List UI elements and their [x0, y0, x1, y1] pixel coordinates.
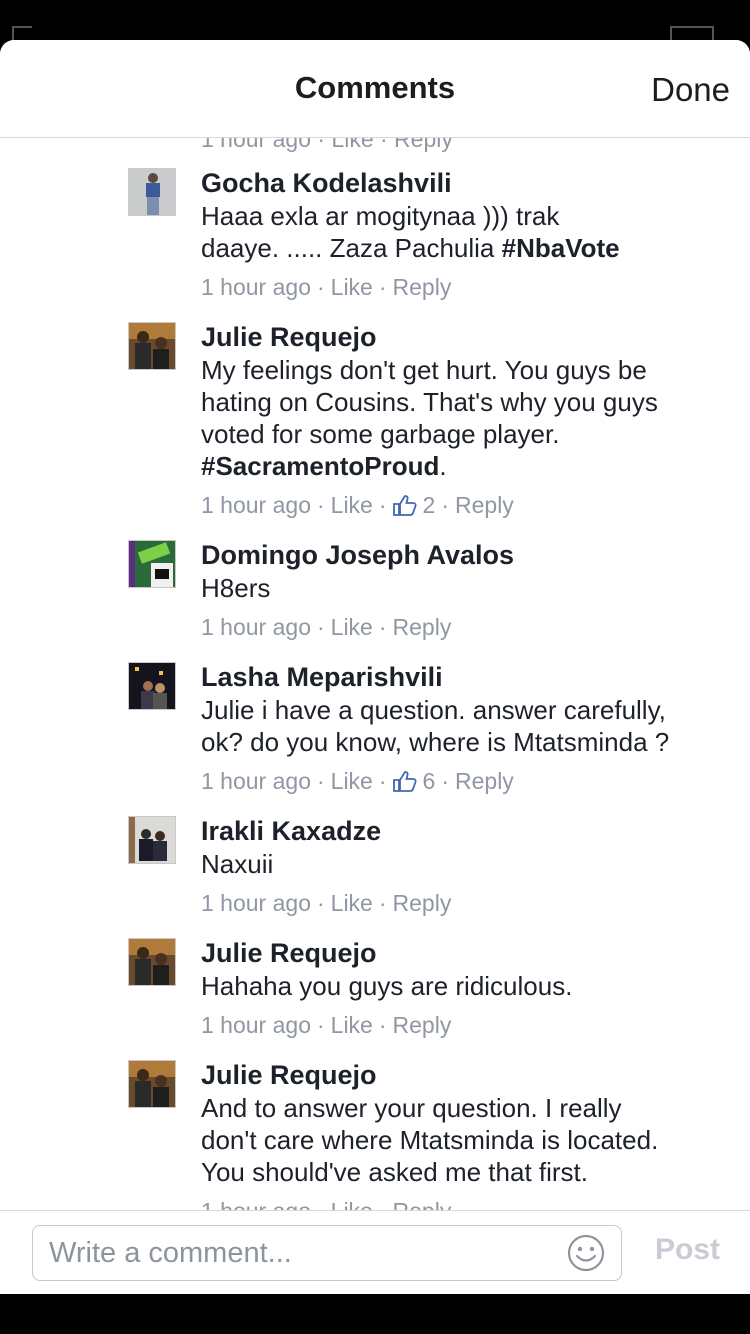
- comment-meta: 1 hour ago · Like · Reply: [201, 612, 452, 642]
- comment-text-line: And to answer your question. I really: [201, 1093, 622, 1123]
- comment-author[interactable]: Irakli Kaxadze: [201, 814, 731, 848]
- comment-text: And to answer your question. I really don…: [201, 1092, 731, 1188]
- comment-time: 1 hour ago: [201, 274, 311, 300]
- comment-text-line: H8ers: [201, 573, 271, 603]
- comment-text: Julie i have a question. answer carefull…: [201, 694, 731, 758]
- comment-list[interactable]: 1 hour ago · Like · Reply Gocha Kodelash…: [0, 138, 750, 1210]
- reply-link[interactable]: Reply: [393, 888, 452, 918]
- comment-body: Julie Requejo Hahaha you guys are ridicu…: [201, 936, 731, 1040]
- partial-comment-meta: 1 hour ago · Like · Reply: [201, 138, 453, 152]
- comment-author[interactable]: Julie Requejo: [201, 1058, 731, 1092]
- comment-body: Irakli Kaxadze Naxuii 1 hour ago · Like …: [201, 814, 731, 918]
- comment-text-line: You should've asked me that first.: [201, 1157, 589, 1187]
- comments-sheet: Comments Done 1 hour ago · Like · Reply …: [0, 40, 750, 1294]
- comments-header: Comments Done: [0, 40, 750, 138]
- comment-body: Domingo Joseph Avalos H8ers 1 hour ago ·…: [201, 538, 731, 642]
- comment-meta: 1 hour ago · Like · Reply: [201, 272, 452, 302]
- avatar[interactable]: [128, 662, 176, 710]
- avatar[interactable]: [128, 938, 176, 986]
- smiley-icon[interactable]: [566, 1233, 606, 1273]
- like-count[interactable]: 2: [423, 490, 436, 520]
- like-count[interactable]: 6: [423, 766, 436, 796]
- comment-text-line: My feelings don't get hurt. You guys be: [201, 355, 647, 385]
- comment-author[interactable]: Gocha Kodelashvili: [201, 166, 731, 200]
- comment-time: 1 hour ago: [201, 1196, 311, 1210]
- hashtag-link[interactable]: #SacramentoProud: [201, 451, 439, 481]
- avatar[interactable]: [128, 168, 176, 216]
- bottom-bar: [0, 1294, 750, 1334]
- post-button[interactable]: Post: [655, 1233, 720, 1267]
- comment-text-line: voted for some garbage player.: [201, 419, 560, 449]
- reply-link[interactable]: Reply: [393, 1196, 452, 1210]
- comment-text: Naxuii: [201, 848, 731, 880]
- like-link[interactable]: Like: [331, 888, 373, 918]
- comment-text-line: Julie i have a question. answer carefull…: [201, 695, 666, 725]
- comment-author[interactable]: Lasha Meparishvili: [201, 660, 731, 694]
- reply-link[interactable]: Reply: [393, 1010, 452, 1040]
- comment-meta: 1 hour ago · Like · 6 · Reply: [201, 766, 514, 796]
- comment-text-line: Naxuii: [201, 849, 274, 879]
- comment-time: 1 hour ago: [201, 1012, 311, 1038]
- like-link[interactable]: Like: [331, 1010, 373, 1040]
- comment-text: Hahaha you guys are ridiculous.: [201, 970, 731, 1002]
- comment-text: My feelings don't get hurt. You guys be h…: [201, 354, 731, 482]
- comment-author[interactable]: Julie Requejo: [201, 936, 731, 970]
- comment-author[interactable]: Domingo Joseph Avalos: [201, 538, 731, 572]
- avatar[interactable]: [128, 1060, 176, 1108]
- comment-time: 1 hour ago: [201, 768, 311, 794]
- comment-text-line: hating on Cousins. That's why you guys: [201, 387, 658, 417]
- comment-input[interactable]: [32, 1225, 622, 1281]
- avatar[interactable]: [128, 540, 176, 588]
- done-button[interactable]: Done: [651, 71, 730, 109]
- like-link[interactable]: Like: [331, 490, 373, 520]
- comment-text-line: ok? do you know, where is Mtatsminda ?: [201, 727, 670, 757]
- hashtag-link[interactable]: #NbaVote: [502, 233, 620, 263]
- comment-text-line: Haaa exla ar mogitynaa ))) trak: [201, 201, 560, 231]
- comment-text: Haaa exla ar mogitynaa ))) trak daaye. ..…: [201, 200, 731, 264]
- comment-body: Julie Requejo And to answer your questio…: [201, 1058, 731, 1210]
- comment-body: Lasha Meparishvili Julie i have a questi…: [201, 660, 731, 796]
- avatar[interactable]: [128, 322, 176, 370]
- comment-text: H8ers: [201, 572, 731, 604]
- reply-link[interactable]: Reply: [455, 490, 514, 520]
- like-link[interactable]: Like: [331, 272, 373, 302]
- comment-meta: 1 hour ago · Like · Reply: [201, 1196, 731, 1210]
- comment-text-line: Hahaha you guys are ridiculous.: [201, 971, 573, 1001]
- like-link[interactable]: Like: [331, 766, 373, 796]
- comment-text-line: don't care where Mtatsminda is located.: [201, 1125, 659, 1155]
- comment-time: 1 hour ago: [201, 614, 311, 640]
- comment-time: 1 hour ago: [201, 890, 311, 916]
- comment-author[interactable]: Julie Requejo: [201, 320, 731, 354]
- comment-meta: 1 hour ago · Like · Reply: [201, 888, 452, 918]
- reply-link[interactable]: Reply: [455, 766, 514, 796]
- like-link[interactable]: Like: [331, 1196, 373, 1210]
- comment-body: Julie Requejo My feelings don't get hurt…: [201, 320, 731, 520]
- comment-time: 1 hour ago: [201, 492, 311, 518]
- page-title: Comments: [294, 70, 456, 105]
- thumbs-up-icon: [392, 495, 417, 516]
- like-link[interactable]: Like: [331, 612, 373, 642]
- comment-meta: 1 hour ago · Like · 2 · Reply: [201, 490, 514, 520]
- reply-link[interactable]: Reply: [393, 612, 452, 642]
- comment-text-suffix: .: [439, 451, 447, 481]
- comment-composer: Post: [0, 1210, 750, 1294]
- comment-body: Gocha Kodelashvili Haaa exla ar mogityna…: [201, 166, 731, 302]
- reply-link[interactable]: Reply: [393, 272, 452, 302]
- thumbs-up-icon: [392, 771, 417, 792]
- comment-text-line: daaye. ..... Zaza Pachulia: [201, 233, 502, 263]
- avatar[interactable]: [128, 816, 176, 864]
- comment-meta: 1 hour ago · Like · Reply: [201, 1010, 452, 1040]
